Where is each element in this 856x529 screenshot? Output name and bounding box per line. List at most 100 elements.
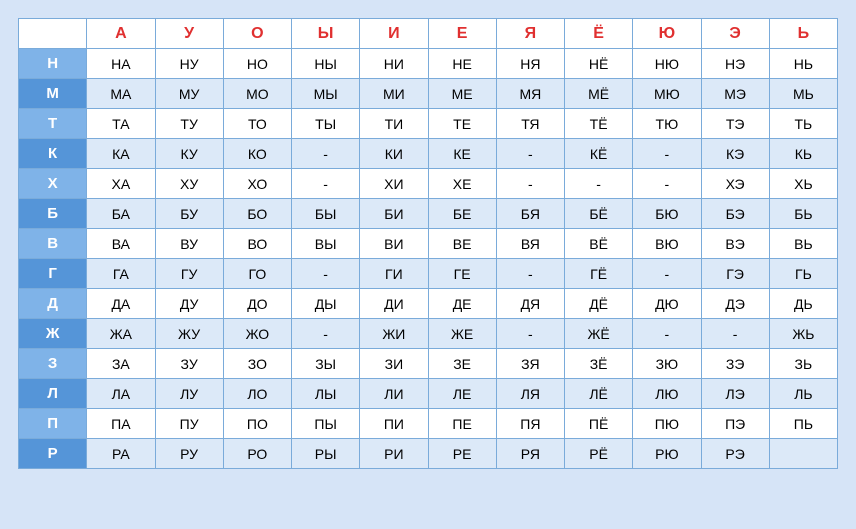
syllable-cell: НУ bbox=[155, 49, 223, 79]
syllable-cell: ХЭ bbox=[701, 169, 769, 199]
table-row: ЖЖАЖУЖО-ЖИЖЕ-ЖЁ--ЖЬ bbox=[19, 319, 838, 349]
syllable-cell: ЛЯ bbox=[496, 379, 564, 409]
syllable-cell: БУ bbox=[155, 199, 223, 229]
row-letter: Д bbox=[19, 289, 87, 319]
syllable-cell: МЕ bbox=[428, 79, 496, 109]
syllable-cell: МЯ bbox=[496, 79, 564, 109]
syllable-cell: ГУ bbox=[155, 259, 223, 289]
syllable-cell: ЗО bbox=[223, 349, 291, 379]
header-vowel-Ю: Ю bbox=[633, 19, 701, 49]
syllable-cell: НИ bbox=[360, 49, 428, 79]
syllable-cell: ВЁ bbox=[565, 229, 633, 259]
syllable-cell: НЬ bbox=[769, 49, 837, 79]
syllable-cell: ЛИ bbox=[360, 379, 428, 409]
header-vowel-О: О bbox=[223, 19, 291, 49]
syllable-cell: ВА bbox=[87, 229, 155, 259]
syllable-cell: ПЮ bbox=[633, 409, 701, 439]
syllable-cell: ПЭ bbox=[701, 409, 769, 439]
syllable-cell: ЗЬ bbox=[769, 349, 837, 379]
table-row: ППАПУПОПЫПИПЕПЯПЁПЮПЭПЬ bbox=[19, 409, 838, 439]
syllable-cell: БЯ bbox=[496, 199, 564, 229]
syllable-cell: ЛЮ bbox=[633, 379, 701, 409]
syllable-cell: - bbox=[701, 319, 769, 349]
header-vowel-Ё: Ё bbox=[565, 19, 633, 49]
syllable-cell: ДЭ bbox=[701, 289, 769, 319]
syllable-cell: КЬ bbox=[769, 139, 837, 169]
table-row: ББАБУБОБЫБИБЕБЯБЁБЮБЭБЬ bbox=[19, 199, 838, 229]
syllable-cell: - bbox=[292, 139, 360, 169]
syllable-cell: ПЕ bbox=[428, 409, 496, 439]
syllable-cell: ЗЮ bbox=[633, 349, 701, 379]
syllable-cell: ДА bbox=[87, 289, 155, 319]
syllable-cell: МЮ bbox=[633, 79, 701, 109]
syllable-cell: БЭ bbox=[701, 199, 769, 229]
syllable-cell: БИ bbox=[360, 199, 428, 229]
table-row: ХХАХУХО-ХИХЕ---ХЭХЬ bbox=[19, 169, 838, 199]
syllable-cell: НЕ bbox=[428, 49, 496, 79]
syllable-cell bbox=[769, 439, 837, 469]
table-row: ММАМУМОМЫМИМЕМЯМЁМЮМЭМЬ bbox=[19, 79, 838, 109]
syllable-cell: ТИ bbox=[360, 109, 428, 139]
syllable-cell: ДУ bbox=[155, 289, 223, 319]
syllable-cell: ПЯ bbox=[496, 409, 564, 439]
syllable-cell: ЛУ bbox=[155, 379, 223, 409]
syllable-cell: ЛЬ bbox=[769, 379, 837, 409]
syllable-cell: ЗЫ bbox=[292, 349, 360, 379]
header-vowel-Э: Э bbox=[701, 19, 769, 49]
syllable-cell: РО bbox=[223, 439, 291, 469]
syllable-cell: ЖА bbox=[87, 319, 155, 349]
syllable-cell: - bbox=[496, 139, 564, 169]
syllable-cell: ТУ bbox=[155, 109, 223, 139]
syllable-cell: ВЬ bbox=[769, 229, 837, 259]
syllable-cell: - bbox=[292, 169, 360, 199]
row-letter: В bbox=[19, 229, 87, 259]
header-vowel-Е: Е bbox=[428, 19, 496, 49]
syllable-cell: ВЭ bbox=[701, 229, 769, 259]
syllable-cell: ДЕ bbox=[428, 289, 496, 319]
syllable-cell: НЭ bbox=[701, 49, 769, 79]
header-vowel-И: И bbox=[360, 19, 428, 49]
syllable-cell: МИ bbox=[360, 79, 428, 109]
syllable-cell: ДЁ bbox=[565, 289, 633, 319]
syllable-cell: - bbox=[292, 319, 360, 349]
syllable-cell: НЯ bbox=[496, 49, 564, 79]
syllable-cell: ГЁ bbox=[565, 259, 633, 289]
syllable-cell: - bbox=[633, 259, 701, 289]
syllable-cell: КЭ bbox=[701, 139, 769, 169]
syllable-cell: ВЕ bbox=[428, 229, 496, 259]
syllable-cell: ВЯ bbox=[496, 229, 564, 259]
header-empty bbox=[19, 19, 87, 49]
table-row: ЗЗАЗУЗОЗЫЗИЗЕЗЯЗЁЗЮЗЭЗЬ bbox=[19, 349, 838, 379]
syllable-cell: РЕ bbox=[428, 439, 496, 469]
syllable-cell: ЗЯ bbox=[496, 349, 564, 379]
syllable-cell: ХИ bbox=[360, 169, 428, 199]
syllable-cell: МЬ bbox=[769, 79, 837, 109]
header-vowel-Ь: Ь bbox=[769, 19, 837, 49]
syllable-cell: ПИ bbox=[360, 409, 428, 439]
syllable-cell: ЖЁ bbox=[565, 319, 633, 349]
syllable-cell: - bbox=[292, 259, 360, 289]
syllable-cell: КЕ bbox=[428, 139, 496, 169]
table-row: ДДАДУДОДЫДИДЕДЯДЁДЮДЭДЬ bbox=[19, 289, 838, 319]
syllable-cell: РЯ bbox=[496, 439, 564, 469]
syllable-cell: ПО bbox=[223, 409, 291, 439]
syllable-cell: РЫ bbox=[292, 439, 360, 469]
syllable-cell: НЮ bbox=[633, 49, 701, 79]
syllable-cell: КА bbox=[87, 139, 155, 169]
syllable-cell: БО bbox=[223, 199, 291, 229]
syllable-cell: РЁ bbox=[565, 439, 633, 469]
syllable-cell: ЗЁ bbox=[565, 349, 633, 379]
syllable-cell: ВЫ bbox=[292, 229, 360, 259]
syllable-cell: ТО bbox=[223, 109, 291, 139]
syllable-cell: ПА bbox=[87, 409, 155, 439]
syllable-cell: ТЮ bbox=[633, 109, 701, 139]
header-vowel-У: У bbox=[155, 19, 223, 49]
syllable-cell: МА bbox=[87, 79, 155, 109]
syllable-cell: БЫ bbox=[292, 199, 360, 229]
syllable-cell: ЖО bbox=[223, 319, 291, 349]
syllable-cell: ГА bbox=[87, 259, 155, 289]
row-letter: Р bbox=[19, 439, 87, 469]
syllable-cell: ВЮ bbox=[633, 229, 701, 259]
syllable-cell: ПЬ bbox=[769, 409, 837, 439]
syllable-cell: ЖИ bbox=[360, 319, 428, 349]
